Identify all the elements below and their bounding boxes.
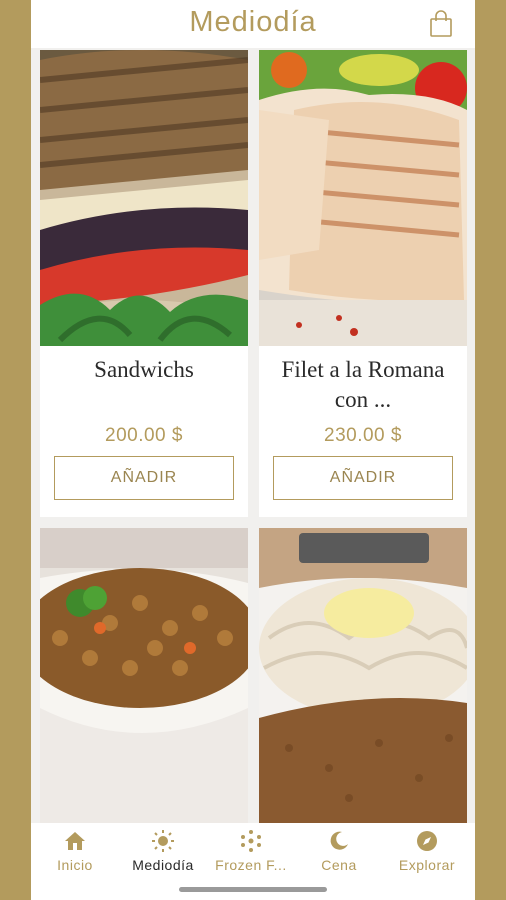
product-name: Filet a la Romana con ... xyxy=(281,357,445,412)
tab-label: Cena xyxy=(321,857,357,873)
shopping-bag-icon[interactable] xyxy=(429,10,453,38)
home-indicator xyxy=(179,887,327,892)
product-card[interactable] xyxy=(40,528,248,828)
tab-label: Mediodía xyxy=(132,857,194,873)
tab-inicio[interactable]: Inicio xyxy=(31,829,119,873)
page-title: Mediodía xyxy=(189,6,317,38)
snowflake-icon xyxy=(241,830,261,852)
tab-explorar[interactable]: Explorar xyxy=(383,829,471,873)
add-to-cart-button[interactable]: AÑADIR xyxy=(54,456,234,500)
compass-icon xyxy=(417,831,437,851)
product-image[interactable] xyxy=(259,50,467,346)
product-card[interactable]: Filet a la Romana con ... 230.00 $ AÑADI… xyxy=(259,50,467,517)
product-image[interactable] xyxy=(40,528,248,824)
product-image[interactable] xyxy=(259,528,467,824)
tab-frozen[interactable]: Frozen F... xyxy=(207,829,295,873)
product-price: 200.00 $ xyxy=(105,425,183,446)
product-name: Sandwichs xyxy=(94,357,194,382)
tab-label: Explorar xyxy=(398,857,456,873)
moon-icon xyxy=(330,831,348,850)
product-price: 230.00 $ xyxy=(324,425,402,446)
sun-icon xyxy=(152,830,174,852)
tab-label: Frozen F... xyxy=(215,857,287,873)
product-image[interactable] xyxy=(40,50,248,346)
product-card[interactable]: Sandwichs 200.00 $ AÑADIR xyxy=(40,50,248,517)
tab-mediodia[interactable]: Mediodía xyxy=(119,829,207,873)
app-screen: Mediodía Sandwichs 200.00 $ AÑADIR Filet… xyxy=(31,0,475,900)
home-icon xyxy=(65,832,85,850)
tab-cena[interactable]: Cena xyxy=(295,829,383,873)
add-to-cart-button[interactable]: AÑADIR xyxy=(273,456,453,500)
tab-label: Inicio xyxy=(57,857,93,873)
top-bar: Mediodía xyxy=(31,0,475,48)
product-card[interactable] xyxy=(259,528,467,828)
